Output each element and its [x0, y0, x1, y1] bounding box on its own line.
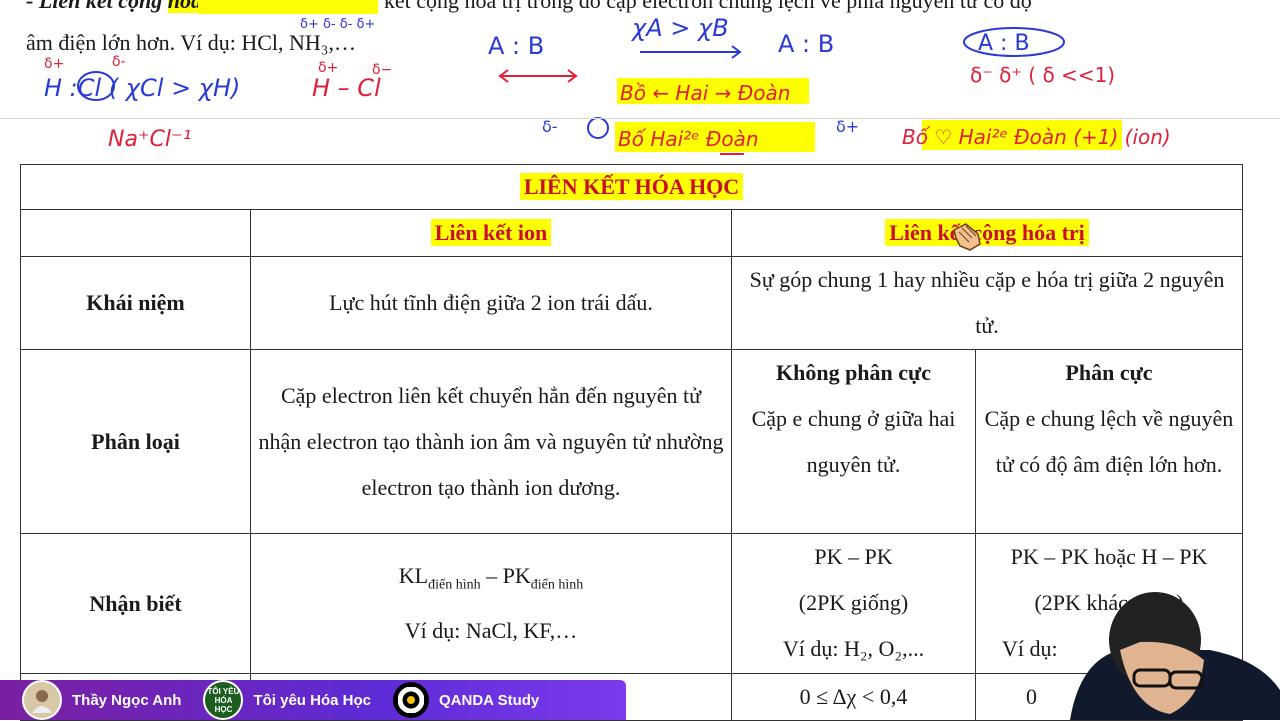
- recognition-polar-1: PK – PK hoặc H – PK: [1010, 544, 1208, 569]
- teacher-name: Thầy Ngọc Anh: [72, 691, 182, 709]
- recognition-ion-formula: KLđiển hình – PKđiển hình: [398, 562, 584, 593]
- app-name: QANDA Study: [438, 691, 540, 709]
- annotation-delta-note: δ⁻ δ⁺ ( δ <<1): [970, 63, 1115, 87]
- annotation-bo-hai-doan-2: Bố Hai²ᵉ Đoàn: [618, 127, 759, 151]
- header-ion-bond: Liên kết ion: [430, 219, 552, 246]
- marker-highlight-top: [198, 0, 378, 14]
- recognition-ion-example: Ví dụ: NaCl, KF,…: [404, 618, 578, 644]
- channel-logo-icon: TÔI YÊU HÓA HỌC: [203, 680, 244, 720]
- annotation-bo-hai-doan-3: Bố ♡ Hai²ᵉ Đoàn (+1) (ion): [902, 125, 1171, 149]
- annotation-delta-minus: δ-: [112, 54, 126, 70]
- annotation-dipole-minus: δ−: [372, 62, 392, 78]
- footer-channel[interactable]: TÔI YÊU HÓA HỌC Tôi yêu Hóa Học: [203, 680, 371, 720]
- recognition-nonpolar-1: PK – PK: [814, 544, 893, 569]
- annotation-delta-right: δ+: [836, 117, 859, 136]
- row-label-classification: Phân loại: [20, 349, 251, 534]
- teacher-avatar-icon: [22, 680, 62, 720]
- recognition-nonpolar-2: (2PK giống): [798, 590, 909, 615]
- annotation-hcl-dipole: H – Cl: [312, 74, 381, 102]
- table-row: Khái niệm Lực hút tĩnh điện giữa 2 ion t…: [20, 256, 1243, 350]
- presenter-webcam-overlay: [1070, 592, 1280, 720]
- annotation-hcl: H :Cl ( χCl > χH): [44, 74, 240, 102]
- qanda-logo-icon: [392, 682, 429, 718]
- annotation-bo-hai-doan-1: Bồ ← Hai → Đoàn: [620, 81, 790, 105]
- annotation-delta-plus: δ+: [44, 56, 64, 72]
- row-label-concept: Khái niệm: [20, 256, 251, 350]
- annotation-dipole-plus: δ+: [318, 60, 338, 76]
- recognition-nonpolar-3: Ví dụ: H₂, O₂,...: [782, 636, 925, 661]
- annotation-delta-left: δ-: [542, 117, 558, 136]
- concept-covalent: Sự góp chung 1 hay nhiều cặp e hóa trị g…: [731, 256, 1243, 350]
- table-header-row: Liên kết ion Liên kết cộng hóa trị: [20, 209, 1243, 257]
- annotation-ab-3: A : B: [978, 31, 1030, 56]
- channel-footer-bar: Thầy Ngọc Anh TÔI YÊU HÓA HỌC Tôi yêu Hó…: [0, 680, 626, 720]
- hand-cursor-icon: [953, 223, 981, 251]
- table-title: LIÊN KẾT HÓA HỌC: [519, 173, 744, 200]
- divider-line: [0, 118, 1280, 119]
- channel-name: Tôi yêu Hóa Học: [253, 691, 371, 709]
- row-label-recognition: Nhận biết: [20, 533, 251, 674]
- header-covalent-bond: Liên kết cộng hóa trị: [885, 219, 1089, 246]
- handwriting-layer: H :Cl ( χCl > χH) δ+ δ- H – Cl δ+ δ− δ+ …: [44, 0, 1171, 155]
- partial-nonpolar: 0 ≤ Δχ < 0,4: [731, 673, 976, 721]
- header-empty-cell: [20, 209, 251, 257]
- nonpolar-title: Không phân cực: [775, 360, 932, 385]
- footer-teacher[interactable]: Thầy Ngọc Anh: [22, 680, 181, 720]
- polar-title: Phân cực: [1065, 360, 1153, 385]
- table-title-row: LIÊN KẾT HÓA HỌC: [20, 164, 1243, 210]
- classification-ion: Cặp electron liên kết chuyển hẳn đến ngu…: [250, 349, 732, 534]
- table-row: Phân loại Cặp electron liên kết chuyển h…: [20, 349, 1243, 534]
- annotation-ab-2: A : B: [778, 30, 834, 58]
- polar-text: Cặp e chung lệch về nguyên tử có độ âm đ…: [984, 406, 1234, 477]
- nonpolar-text: Cặp e chung ở giữa hai nguyên tử.: [751, 406, 956, 477]
- concept-ion: Lực hút tĩnh điện giữa 2 ion trái dấu.: [250, 256, 732, 350]
- annotation-ab-1: A : B: [488, 32, 544, 60]
- annotation-delta-row: δ+ δ- δ- δ+: [300, 17, 375, 32]
- annotation-nacl: Na⁺Cl⁻¹: [108, 127, 191, 152]
- annotation-xa-gt-xb: χA > χB: [630, 14, 729, 42]
- footer-app[interactable]: QANDA Study: [392, 682, 540, 718]
